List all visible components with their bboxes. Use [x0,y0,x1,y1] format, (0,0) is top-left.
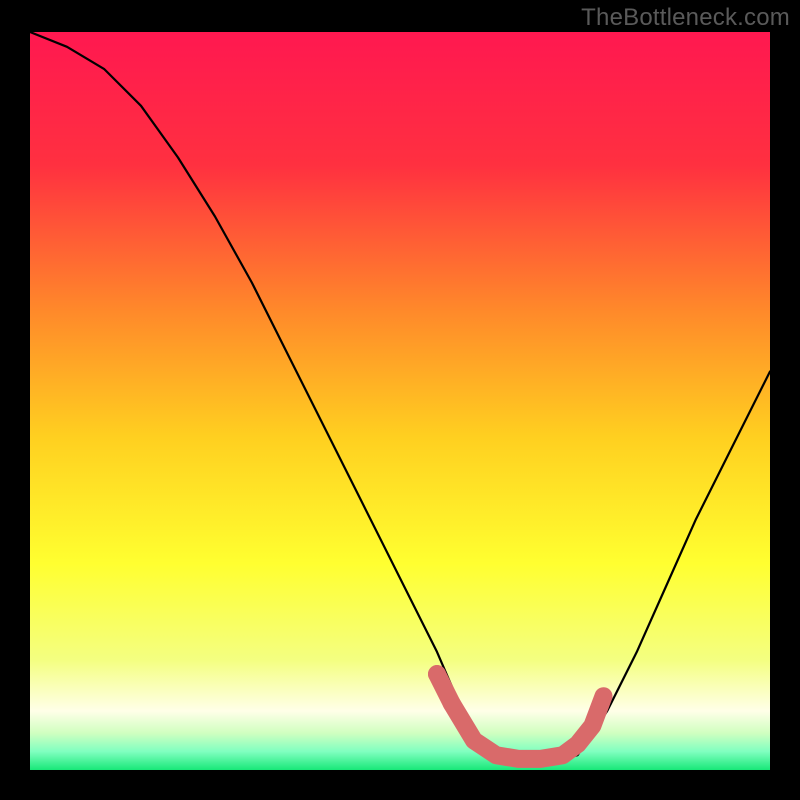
bottleneck-chart [0,0,800,800]
watermark-text: TheBottleneck.com [581,4,790,32]
optimal-zone-dot [443,695,461,713]
gradient-background [30,32,770,770]
optimal-zone-dot [428,665,446,683]
chart-frame: TheBottleneck.com [0,0,800,800]
